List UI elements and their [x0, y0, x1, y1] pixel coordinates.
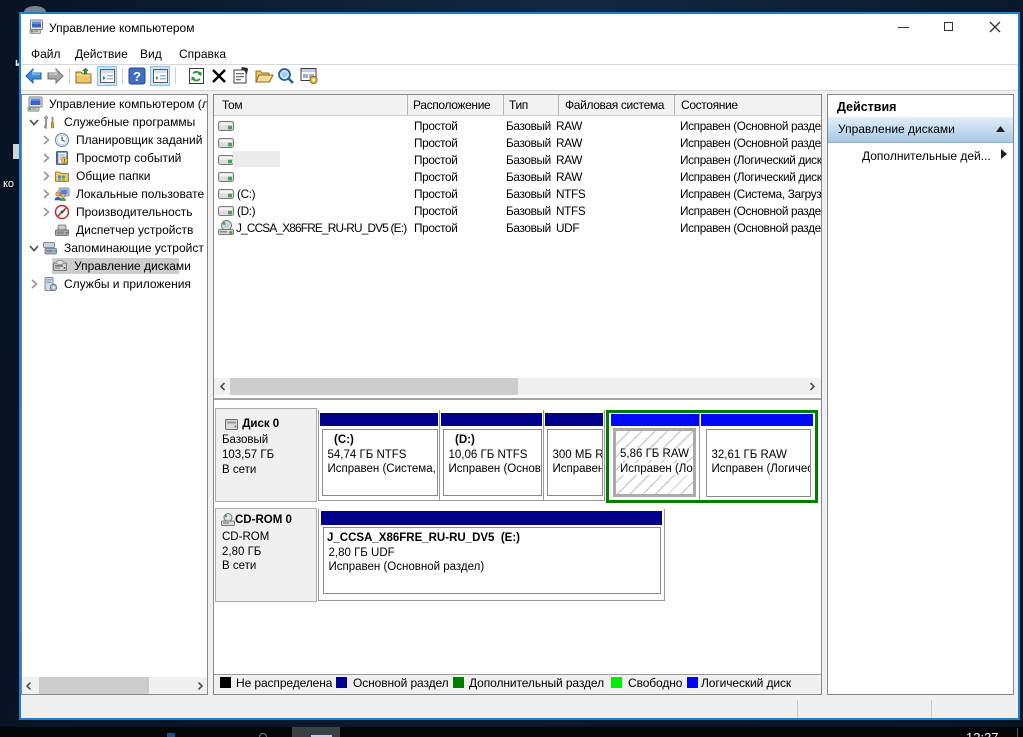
svg-text:?: ?	[133, 69, 141, 84]
